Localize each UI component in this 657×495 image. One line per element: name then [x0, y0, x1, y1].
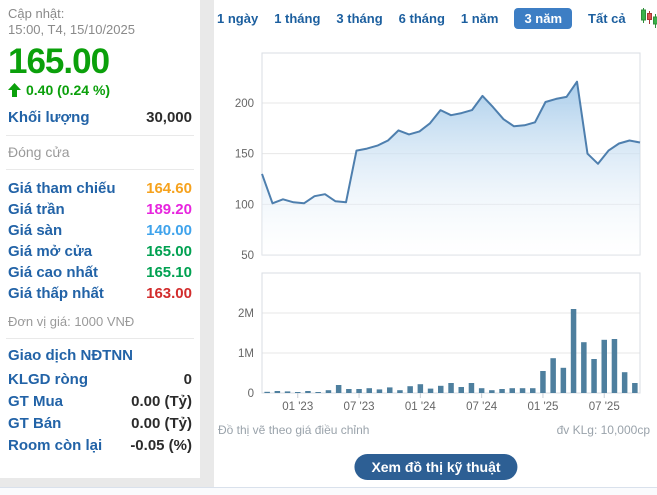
- row-value: 0: [184, 371, 192, 388]
- period-tabs: 1 ngày 1 tháng 3 tháng 6 tháng 1 năm 3 n…: [217, 7, 657, 29]
- candlestick-chart-icon[interactable]: [640, 7, 657, 29]
- row-label: Room còn lại: [8, 437, 102, 454]
- tab-1-thang[interactable]: 1 tháng: [274, 11, 320, 26]
- row-value: 164.60: [146, 180, 192, 197]
- row-reference-price: Giá tham chiếu 164.60: [8, 178, 192, 199]
- tab-3-thang[interactable]: 3 tháng: [336, 11, 382, 26]
- row-label: Giá mở cửa: [8, 243, 92, 260]
- volume-row: Khối lượng 30,000: [8, 109, 192, 126]
- row-label: Giá trần: [8, 201, 65, 218]
- svg-text:07 '23: 07 '23: [344, 401, 375, 413]
- svg-text:100: 100: [235, 199, 254, 211]
- svg-text:150: 150: [235, 149, 254, 161]
- price-area-chart[interactable]: 50 100 150 200: [214, 44, 657, 270]
- volume-bar-chart[interactable]: 0 1M 2M 01 '23 07 '23 01 '24 07 '24 01 '25 07 '2…: [214, 268, 657, 420]
- svg-text:2M: 2M: [238, 308, 254, 320]
- tab-1-nam[interactable]: 1 năm: [461, 11, 499, 26]
- foreign-trading-title: Giao dịch NĐTNN: [8, 347, 192, 364]
- row-label: KLGD ròng: [8, 371, 88, 388]
- volume-value: 30,000: [146, 109, 192, 126]
- volume-unit-note: đv KLg: 10,000cp: [557, 423, 650, 437]
- svg-text:01 '23: 01 '23: [282, 401, 313, 413]
- close-label: Đóng cửa: [8, 144, 192, 160]
- row-label: Giá thấp nhất: [8, 285, 104, 302]
- row-label: Giá sàn: [8, 222, 62, 239]
- volume-label: Khối lượng: [8, 109, 90, 126]
- row-value: 163.00: [146, 285, 192, 302]
- row-value: 140.00: [146, 222, 192, 239]
- row-floor-price: Giá sàn 140.00: [8, 220, 192, 241]
- row-high-price: Giá cao nhất 165.10: [8, 262, 192, 283]
- svg-text:01 '24: 01 '24: [405, 401, 437, 413]
- last-price: 165.00: [8, 43, 192, 81]
- svg-text:200: 200: [235, 98, 254, 110]
- price-unit-note: Đơn vị giá: 1000 VNĐ: [8, 314, 192, 329]
- row-value: 0.00 (Tỷ): [131, 415, 192, 432]
- svg-text:01 '25: 01 '25: [527, 401, 558, 413]
- row-value: 165.10: [146, 264, 192, 281]
- chart-footnotes: Đồ thị vẽ theo giá điều chỉnh đv KLg: 10…: [218, 423, 650, 437]
- updated-time: 15:00, T4, 15/10/2025: [8, 22, 192, 38]
- divider: [6, 135, 194, 136]
- tab-1-ngay[interactable]: 1 ngày: [217, 11, 258, 26]
- row-label: Giá cao nhất: [8, 264, 98, 281]
- row-label: GT Mua: [8, 393, 63, 410]
- arrow-up-icon: [8, 83, 21, 97]
- row-open-price: Giá mở cửa 165.00: [8, 241, 192, 262]
- tab-6-thang[interactable]: 6 tháng: [399, 11, 445, 26]
- svg-text:50: 50: [241, 250, 254, 262]
- last-updated: Cập nhật: 15:00, T4, 15/10/2025: [8, 6, 192, 38]
- change-value: 0.40 (0.24 %): [26, 82, 110, 98]
- row-label: GT Bán: [8, 415, 61, 432]
- svg-text:0: 0: [248, 388, 254, 400]
- technical-chart-button[interactable]: Xem đồ thị kỹ thuật: [354, 454, 517, 480]
- adjusted-price-note: Đồ thị vẽ theo giá điều chỉnh: [218, 423, 369, 437]
- row-value: -0.05 (%): [130, 437, 192, 454]
- row-net-volume: KLGD ròng 0: [8, 368, 192, 390]
- divider: [6, 169, 194, 170]
- row-room-left: Room còn lại -0.05 (%): [8, 434, 192, 456]
- row-sell-value: GT Bán 0.00 (Tỷ): [8, 412, 192, 434]
- divider: [6, 338, 194, 339]
- row-value: 189.20: [146, 201, 192, 218]
- row-value: 165.00: [146, 243, 192, 260]
- tab-3-nam[interactable]: 3 năm: [514, 8, 572, 29]
- svg-text:07 '25: 07 '25: [589, 401, 620, 413]
- quote-panel: Cập nhật: 15:00, T4, 15/10/2025 165.00 0…: [0, 0, 200, 478]
- row-value: 0.00 (Tỷ): [131, 393, 192, 410]
- svg-text:1M: 1M: [238, 348, 254, 360]
- tab-tat-ca[interactable]: Tất cả: [588, 11, 626, 26]
- row-low-price: Giá thấp nhất 163.00: [8, 283, 192, 304]
- price-change: 0.40 (0.24 %): [8, 82, 192, 98]
- row-buy-value: GT Mua 0.00 (Tỷ): [8, 390, 192, 412]
- svg-text:07 '24: 07 '24: [466, 401, 498, 413]
- row-ceiling-price: Giá trần 189.20: [8, 199, 192, 220]
- updated-label: Cập nhật:: [8, 6, 192, 22]
- row-label: Giá tham chiếu: [8, 180, 116, 197]
